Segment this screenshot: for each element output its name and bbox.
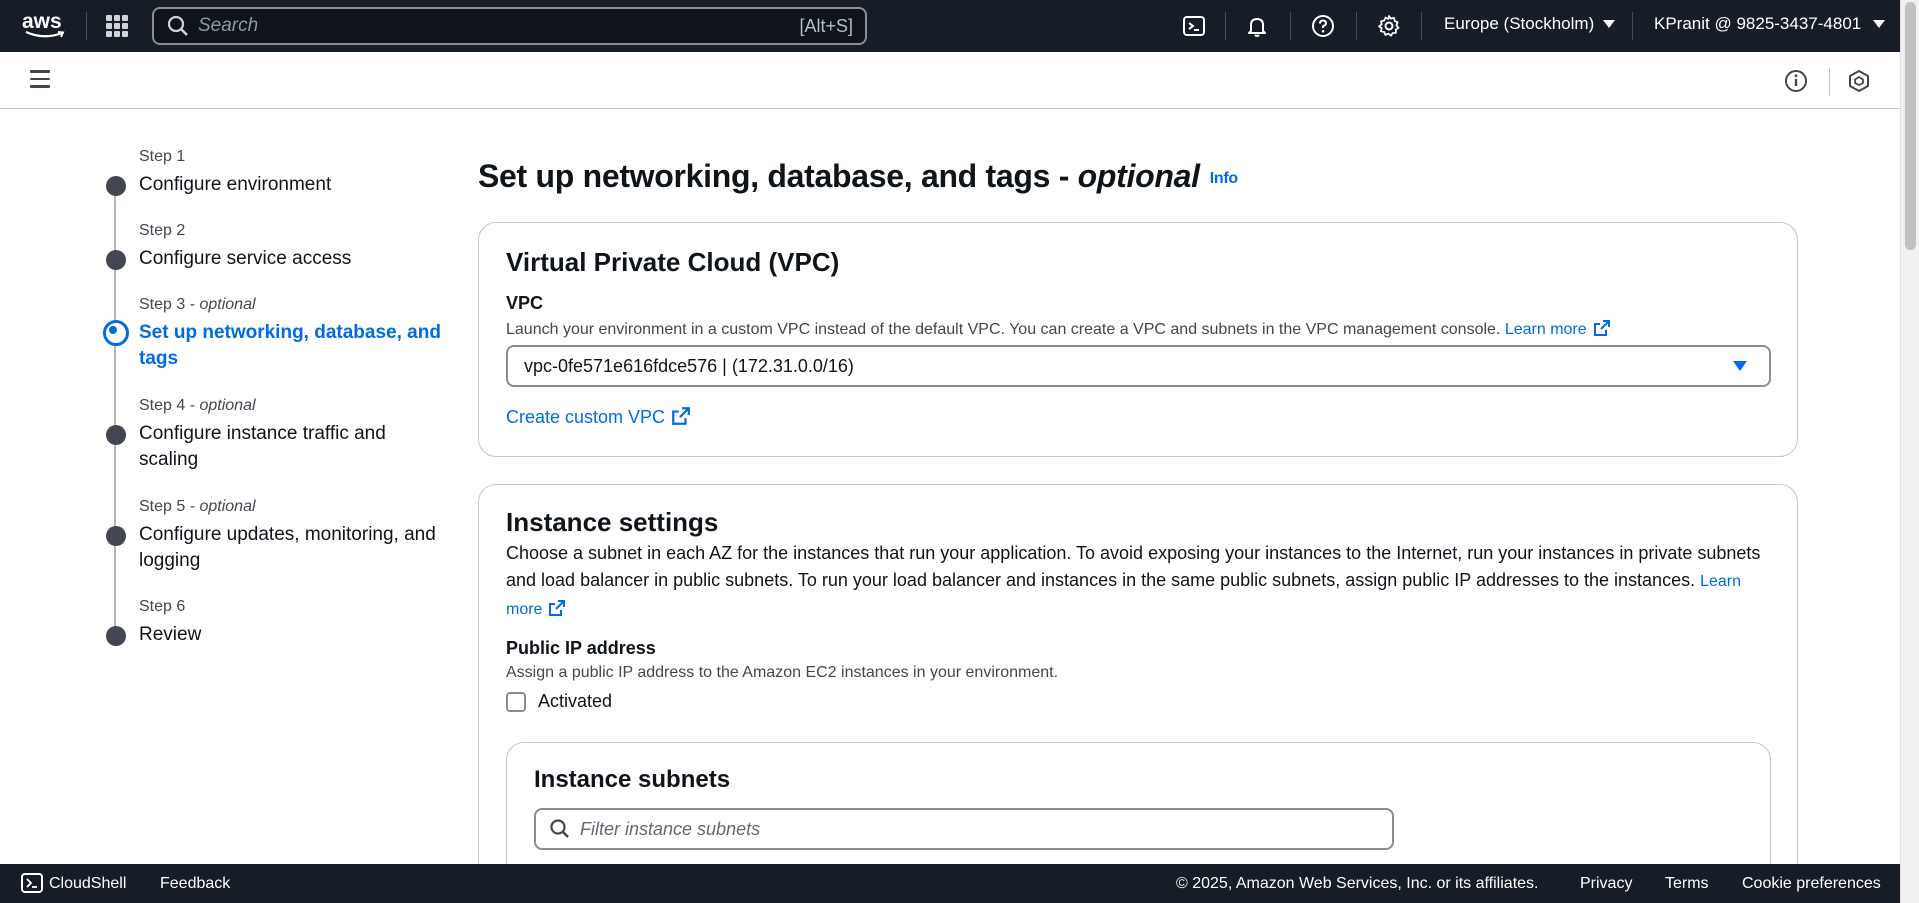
step-number: Step 3 - optional <box>139 296 256 313</box>
public-ip-label: Public IP address <box>506 638 656 658</box>
region-label: Europe (Stockholm) <box>1444 14 1595 33</box>
search-shortcut: [Alt+S] <box>799 15 853 36</box>
step-indicator-icon <box>106 176 126 196</box>
vpc-card: Virtual Private Cloud (VPC) VPC Launch y… <box>478 222 1798 457</box>
external-link-icon <box>1593 320 1610 336</box>
instance-settings-description: Choose a subnet in each AZ for the insta… <box>506 543 1761 618</box>
nav-divider <box>1356 12 1357 40</box>
gear-icon[interactable] <box>1375 12 1403 40</box>
instance-settings-card: Instance settings Choose a subnet in eac… <box>478 484 1798 903</box>
nav-divider <box>86 12 87 40</box>
vpc-learn-more-link[interactable]: Learn more <box>1505 320 1611 338</box>
footer-privacy-link[interactable]: Privacy <box>1580 875 1632 893</box>
aws-logo[interactable]: aws <box>22 10 66 40</box>
account-menu[interactable]: KPranit @ 9825-3437-4801 <box>1654 14 1886 34</box>
help-icon[interactable] <box>1309 12 1337 40</box>
secondary-toolbar <box>0 52 1900 109</box>
create-custom-vpc-link[interactable]: Create custom VPC <box>506 406 691 428</box>
instance-subnets-card: Instance subnets Filter instance subnets <box>506 742 1771 882</box>
instance-subnets-heading: Instance subnets <box>534 766 731 793</box>
footer-cookie-preferences-link[interactable]: Cookie preferences <box>1742 875 1881 893</box>
caret-down-icon <box>1733 361 1747 371</box>
activated-label[interactable]: Activated <box>538 691 612 712</box>
footer-terms-link[interactable]: Terms <box>1665 875 1709 893</box>
footer-feedback-link[interactable]: Feedback <box>160 875 230 893</box>
services-grid-icon[interactable] <box>106 15 128 37</box>
vpc-selected-value: vpc-0fe571e616fdce576 | (172.31.0.0/16) <box>524 355 854 376</box>
settings-panel-icon[interactable] <box>1847 69 1871 93</box>
step-title: Review <box>139 624 202 645</box>
step-indicator-icon <box>106 425 126 445</box>
footer-copyright: © 2025, Amazon Web Services, Inc. or its… <box>1176 875 1539 892</box>
search-input[interactable]: Search [Alt+S] <box>152 7 867 45</box>
nav-divider <box>1632 12 1633 40</box>
step-title: Set up networking, database, and tags <box>139 322 441 369</box>
step-indicator-icon <box>106 250 126 270</box>
activated-checkbox[interactable] <box>506 692 526 712</box>
filter-placeholder: Filter instance subnets <box>580 818 761 839</box>
nav-divider <box>1225 12 1226 40</box>
public-ip-description: Assign a public IP address to the Amazon… <box>506 664 1059 681</box>
footer-cloudshell-link[interactable]: CloudShell <box>49 875 126 893</box>
step-title: Configure updates, monitoring, and loggi… <box>139 524 436 571</box>
vpc-card-heading: Virtual Private Cloud (VPC) <box>506 247 840 277</box>
external-link-icon <box>549 600 566 616</box>
toolbar-divider <box>1829 68 1830 96</box>
step-title: Configure instance traffic and scaling <box>139 423 386 470</box>
search-icon <box>550 819 569 838</box>
step-indicator-icon <box>106 626 126 646</box>
page-scrollbar[interactable] <box>1900 0 1919 903</box>
aws-smile-icon <box>25 30 65 38</box>
chevron-down-icon <box>1603 20 1616 28</box>
region-selector[interactable]: Europe (Stockholm) <box>1444 14 1616 34</box>
search-icon <box>167 15 188 36</box>
info-icon[interactable] <box>1784 69 1808 93</box>
page-title: Set up networking, database, and tags - … <box>478 158 1238 194</box>
step-number: Step 5 - optional <box>139 498 256 515</box>
step-number: Step 1 <box>139 148 186 165</box>
nav-divider <box>1290 12 1291 40</box>
vpc-description: Launch your environment in a custom VPC … <box>506 319 1611 339</box>
step-title: Configure environment <box>139 174 332 195</box>
chevron-down-icon <box>1873 20 1886 28</box>
filter-subnets-input[interactable]: Filter instance subnets <box>534 808 1394 850</box>
external-link-icon <box>672 407 690 425</box>
vpc-label: VPC <box>506 293 544 313</box>
scrollbar-thumb[interactable] <box>1905 2 1916 250</box>
nav-divider <box>1421 12 1422 40</box>
menu-icon[interactable] <box>30 70 50 90</box>
cloudshell-icon[interactable] <box>1180 12 1208 40</box>
step-number: Step 2 <box>139 222 186 239</box>
page-title-optional: optional <box>1077 158 1200 194</box>
vpc-select[interactable]: vpc-0fe571e616fdce576 | (172.31.0.0/16) <box>506 345 1771 387</box>
footer-bar: CloudShell Feedback © 2025, Amazon Web S… <box>0 864 1900 903</box>
instance-settings-heading: Instance settings <box>506 507 719 537</box>
step-title: Configure service access <box>139 248 352 269</box>
step-number: Step 4 - optional <box>139 397 256 414</box>
step-indicator-active-icon <box>103 320 129 346</box>
cloudshell-icon[interactable] <box>21 873 43 893</box>
bell-icon[interactable] <box>1243 12 1271 40</box>
step-indicator-icon <box>106 526 126 546</box>
step-number: Step 6 <box>139 598 186 615</box>
search-placeholder: Search <box>198 15 259 36</box>
top-navigation: aws Search [Alt+S] Europe (Stockholm) KP… <box>0 0 1900 52</box>
account-label: KPranit @ 9825-3437-4801 <box>1654 14 1862 33</box>
info-link[interactable]: Info <box>1210 170 1238 187</box>
